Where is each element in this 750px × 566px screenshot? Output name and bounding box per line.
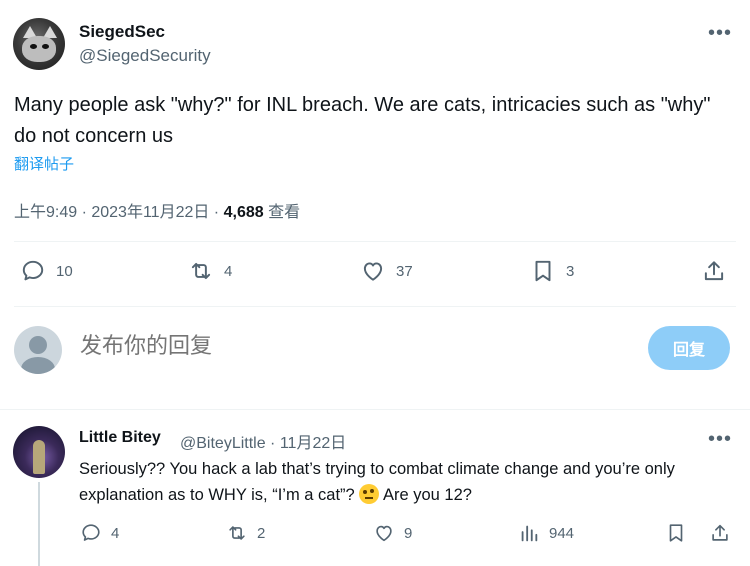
heart-icon [363, 262, 383, 281]
analytics-icon [521, 525, 538, 542]
tweet-meta: 上午9:49 · 2023年11月22日 · 4,688 查看 [14, 198, 300, 222]
reply-text: Seriously?? You hack a lab that’s trying… [79, 456, 729, 508]
tweet-text: Many people ask "why?" for INL breach. W… [14, 94, 711, 147]
reply-author-handle[interactable]: @BiteyLittle · 11月22日 [180, 429, 346, 453]
reply-action[interactable]: 10 [20, 258, 73, 284]
views-count: 4,688 [223, 204, 264, 221]
more-options-icon[interactable]: ••• [708, 22, 732, 45]
cat-eye-right [42, 44, 49, 49]
reply-like-count: 9 [404, 524, 413, 542]
reply-reply-action[interactable]: 4 [80, 522, 119, 544]
views-label: 查看 [263, 204, 301, 221]
reply-author-avatar[interactable] [13, 426, 65, 478]
retweet-icon [191, 262, 211, 280]
reply-share-action[interactable] [709, 522, 731, 544]
heart-icon [376, 525, 392, 542]
reply-input[interactable] [80, 333, 580, 359]
reply-author-name[interactable]: Little Bitey [79, 429, 161, 447]
bookmark-count: 3 [566, 262, 575, 280]
reply-retweet-action[interactable]: 2 [226, 522, 265, 544]
eye-roll-emoji-icon [359, 484, 380, 504]
author-avatar[interactable] [13, 18, 65, 70]
reply-text-part2: Are you 12? [379, 486, 472, 504]
share-action[interactable] [701, 258, 727, 284]
reply-like-action[interactable]: 9 [373, 522, 412, 544]
like-count: 37 [396, 262, 413, 280]
bookmark-icon [535, 260, 551, 282]
translate-post-link[interactable]: 翻译帖子 [14, 153, 74, 174]
like-action[interactable]: 37 [360, 258, 413, 284]
tweet-action-bar: 10 4 37 3 [0, 258, 750, 288]
current-user-avatar[interactable] [14, 326, 62, 374]
reply-more-options-icon[interactable]: ••• [708, 428, 732, 451]
tweet-timestamp[interactable]: 上午9:49 · 2023年11月22日 · [14, 204, 224, 221]
bookmark-icon [669, 524, 683, 542]
avatar-body [21, 357, 55, 374]
divider-top [14, 241, 736, 242]
reply-icon [22, 260, 44, 281]
cat-face [22, 36, 56, 62]
reply-views-count: 944 [549, 524, 575, 542]
avatar-head [29, 336, 47, 354]
reply-count: 10 [56, 262, 73, 280]
reply-submit-button[interactable]: 回复 [648, 326, 730, 370]
reply-reply-count: 4 [111, 524, 120, 542]
reply-views-action[interactable]: 944 [518, 522, 574, 544]
author-handle[interactable]: @SiegedSecurity [79, 46, 211, 66]
share-icon [704, 261, 724, 281]
bookmark-action[interactable]: 3 [530, 258, 574, 284]
cat-eye-left [30, 44, 37, 49]
retweet-action[interactable]: 4 [188, 258, 232, 284]
share-icon [712, 524, 728, 541]
divider-bottom [14, 306, 736, 307]
reply-bookmark-action[interactable] [665, 522, 687, 544]
reply-action-bar: 4 2 9 944 [0, 522, 750, 548]
avatar-figure [33, 440, 45, 474]
retweet-count: 4 [224, 262, 233, 280]
retweet-icon [229, 526, 245, 540]
reply-retweet-count: 2 [257, 524, 266, 542]
reply-icon [82, 524, 100, 541]
author-display-name[interactable]: SiegedSec [79, 22, 165, 42]
section-divider [0, 409, 750, 410]
